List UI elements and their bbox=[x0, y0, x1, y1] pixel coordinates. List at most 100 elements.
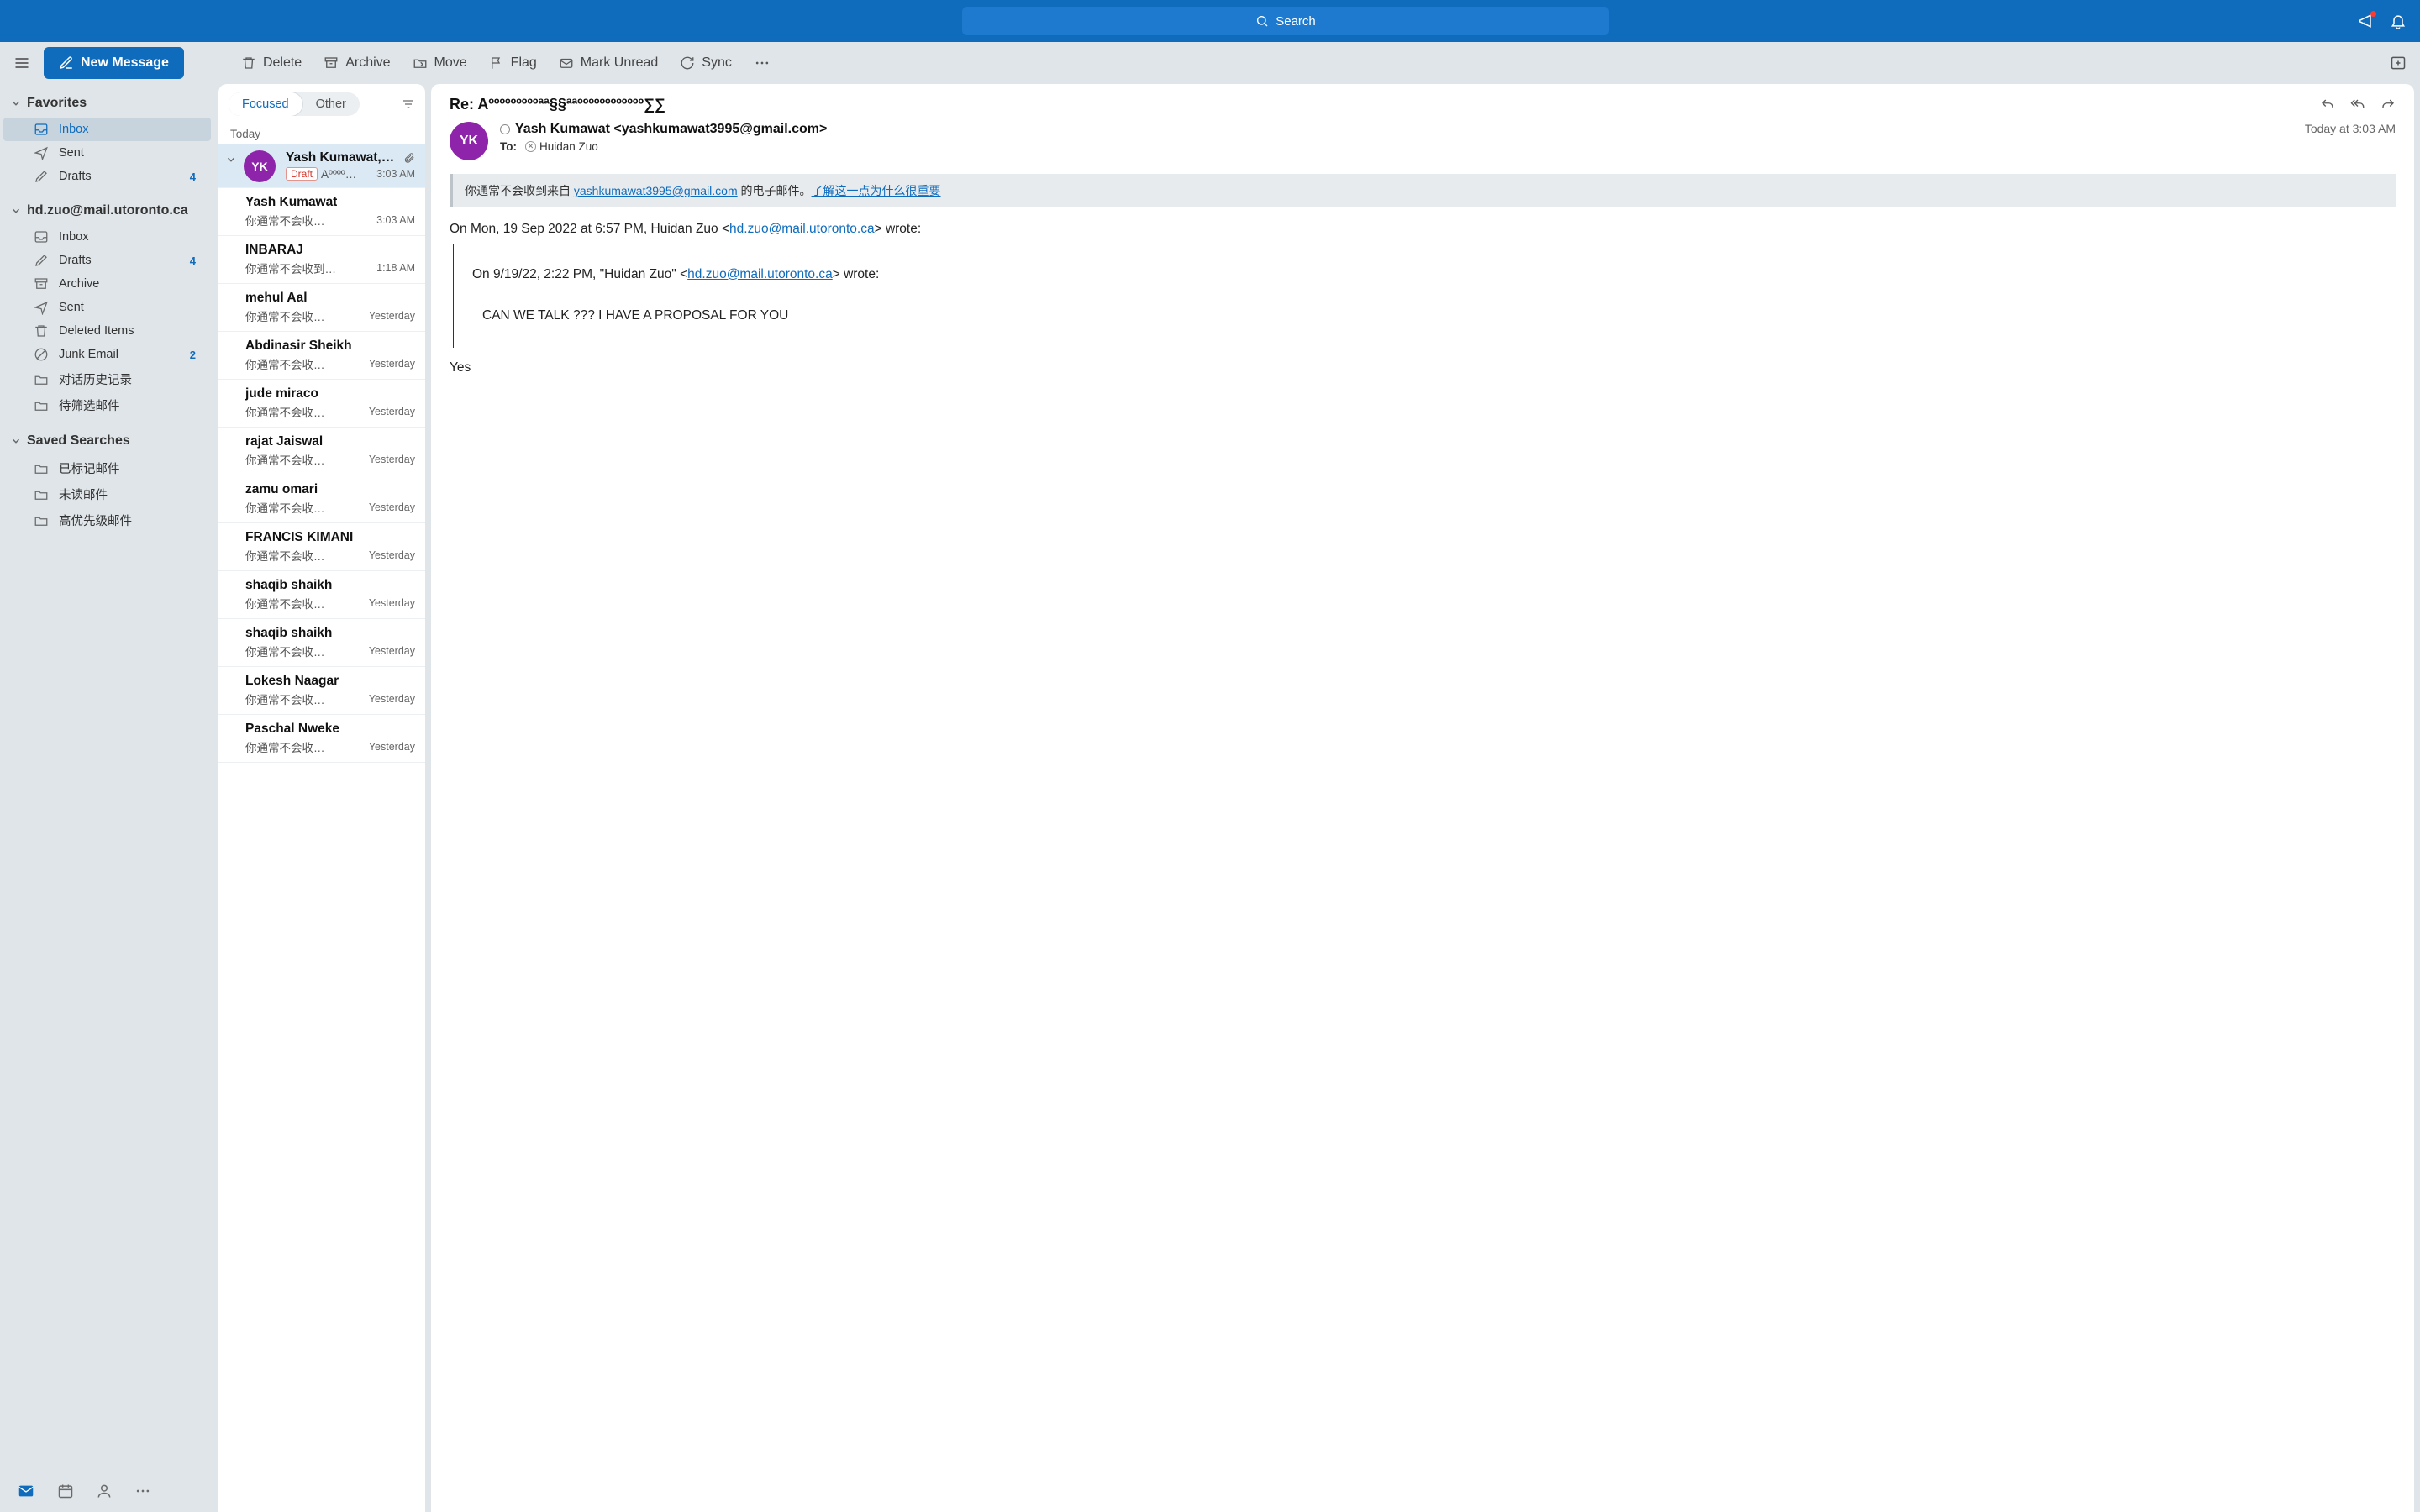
message-item[interactable]: shaqib shaikh你通常不会收…Yesterday bbox=[218, 619, 425, 667]
saved-searches-header[interactable]: Saved Searches bbox=[0, 427, 214, 455]
quoted-email-link-2[interactable]: hd.zuo@mail.utoronto.ca bbox=[687, 267, 833, 281]
message-item[interactable]: Lokesh Naagar你通常不会收…Yesterday bbox=[218, 667, 425, 715]
sidebar-item-junk-email[interactable]: Junk Email2 bbox=[3, 343, 211, 366]
move-icon bbox=[413, 55, 428, 71]
bell-icon[interactable] bbox=[2390, 13, 2407, 29]
message-time: Yesterday bbox=[369, 693, 415, 705]
message-item[interactable]: INBARAJ你通常不会收到…1:18 AM bbox=[218, 236, 425, 284]
quoted-email-link[interactable]: hd.zuo@mail.utoronto.ca bbox=[729, 222, 875, 236]
sync-button[interactable]: Sync bbox=[680, 55, 732, 71]
archive-button[interactable]: Archive bbox=[324, 55, 390, 71]
calendar-app-icon[interactable] bbox=[57, 1483, 74, 1499]
sidebar-item--[interactable]: 对话历史记录 bbox=[3, 366, 211, 392]
message-from: Yash Kumawat bbox=[245, 195, 337, 210]
panel-toggle-icon[interactable] bbox=[2390, 55, 2407, 71]
delete-button[interactable]: Delete bbox=[241, 55, 302, 71]
more-icon[interactable] bbox=[754, 55, 771, 71]
reply-text: Yes bbox=[450, 358, 2396, 379]
message-from: jude miraco bbox=[245, 386, 318, 402]
status-circle-icon bbox=[500, 124, 510, 134]
account-header[interactable]: hd.zuo@mail.utoronto.ca bbox=[0, 197, 214, 225]
mark-unread-button[interactable]: Mark Unread bbox=[559, 55, 658, 71]
remove-recipient-icon[interactable]: ✕ bbox=[525, 141, 536, 152]
message-from: rajat Jaiswal bbox=[245, 434, 323, 449]
inbox-icon bbox=[34, 122, 49, 137]
message-item[interactable]: mehul Aal你通常不会收…Yesterday bbox=[218, 284, 425, 332]
sidebar-item-label: Inbox bbox=[59, 230, 88, 244]
message-time: Yesterday bbox=[369, 645, 415, 657]
trash-icon bbox=[241, 55, 256, 71]
chevron-down-icon bbox=[10, 435, 22, 447]
sidebar-item-drafts[interactable]: Drafts4 bbox=[3, 165, 211, 188]
sidebar-item--[interactable]: 已标记邮件 bbox=[3, 455, 211, 481]
message-preview: 你通常不会收到… bbox=[245, 260, 336, 276]
sidebar-item-inbox[interactable]: Inbox bbox=[3, 225, 211, 249]
sidebar-item-drafts[interactable]: Drafts4 bbox=[3, 249, 211, 272]
sidebar-item-sent[interactable]: Sent bbox=[3, 141, 211, 165]
recipient-name: Huidan Zuo bbox=[539, 140, 598, 153]
mail-app-icon[interactable] bbox=[17, 1482, 35, 1500]
chevron-down-icon bbox=[10, 205, 22, 217]
sidebar-item-label: 未读邮件 bbox=[59, 486, 108, 503]
forward-icon[interactable] bbox=[2381, 97, 2396, 113]
message-preview: 你通常不会收… bbox=[245, 403, 325, 420]
sidebar-item--[interactable]: 高优先级邮件 bbox=[3, 507, 211, 533]
info-sender-link[interactable]: yashkumawat3995@gmail.com bbox=[574, 184, 738, 197]
message-item[interactable]: Abdinasir Sheikh你通常不会收…Yesterday bbox=[218, 332, 425, 380]
sidebar-item-inbox[interactable]: Inbox bbox=[3, 118, 211, 141]
hamburger-icon[interactable] bbox=[13, 55, 30, 71]
sidebar-item-label: 高优先级邮件 bbox=[59, 512, 132, 529]
message-item[interactable]: jude miraco你通常不会收…Yesterday bbox=[218, 380, 425, 428]
sidebar-item-sent[interactable]: Sent bbox=[3, 296, 211, 319]
message-item[interactable]: rajat Jaiswal你通常不会收…Yesterday bbox=[218, 428, 425, 475]
tab-focused[interactable]: Focused bbox=[229, 92, 302, 116]
sent-icon bbox=[34, 300, 49, 315]
favorites-header[interactable]: Favorites bbox=[0, 89, 214, 118]
move-button[interactable]: Move bbox=[413, 55, 467, 71]
filter-icon[interactable] bbox=[402, 97, 415, 111]
folder-icon bbox=[34, 487, 49, 502]
message-preview: 你通常不会收… bbox=[245, 451, 325, 468]
chevron-down-icon bbox=[10, 97, 22, 109]
new-message-button[interactable]: New Message bbox=[44, 47, 184, 79]
info-learn-link[interactable]: 了解这一点为什么很重要 bbox=[812, 184, 941, 197]
message-from: shaqib shaikh bbox=[245, 578, 332, 593]
message-item[interactable]: shaqib shaikh你通常不会收…Yesterday bbox=[218, 571, 425, 619]
message-time: 3:03 AM bbox=[376, 168, 415, 180]
message-preview: 你通常不会收… bbox=[245, 595, 325, 612]
message-item[interactable]: YKYash Kumawat,…Draft Aºººº…3:03 AM bbox=[218, 144, 425, 188]
message-time: Yesterday bbox=[369, 310, 415, 322]
message-from: Lokesh Naagar bbox=[245, 674, 339, 689]
attachment-icon bbox=[403, 152, 415, 164]
chevron-down-icon[interactable] bbox=[225, 154, 237, 165]
sidebar-item-deleted-items[interactable]: Deleted Items bbox=[3, 319, 211, 343]
mark-unread-icon bbox=[559, 55, 574, 71]
sidebar-item-label: Sent bbox=[59, 146, 84, 160]
sidebar-item--[interactable]: 待筛选邮件 bbox=[3, 392, 211, 418]
message-item[interactable]: Paschal Nweke你通常不会收…Yesterday bbox=[218, 715, 425, 763]
title-bar: Search bbox=[0, 0, 2420, 42]
tab-other[interactable]: Other bbox=[302, 92, 360, 116]
sidebar-item-archive[interactable]: Archive bbox=[3, 272, 211, 296]
reply-icon[interactable] bbox=[2320, 97, 2335, 113]
archive-icon bbox=[324, 55, 339, 71]
notification-dot bbox=[2370, 11, 2376, 17]
sidebar-item--[interactable]: 未读邮件 bbox=[3, 481, 211, 507]
flag-button[interactable]: Flag bbox=[489, 55, 537, 71]
search-box[interactable]: Search bbox=[962, 7, 1609, 35]
more-apps-icon[interactable] bbox=[134, 1483, 151, 1499]
junk-icon bbox=[34, 347, 49, 362]
group-label-today: Today bbox=[218, 124, 425, 144]
message-item[interactable]: Yash Kumawat你通常不会收…3:03 AM bbox=[218, 188, 425, 236]
announce-icon[interactable] bbox=[2358, 13, 2375, 29]
message-from: Paschal Nweke bbox=[245, 722, 339, 737]
drafts-icon bbox=[34, 169, 49, 184]
people-app-icon[interactable] bbox=[96, 1483, 113, 1499]
folder-icon bbox=[34, 398, 49, 413]
message-item[interactable]: zamu omari你通常不会收…Yesterday bbox=[218, 475, 425, 523]
message-from: shaqib shaikh bbox=[245, 626, 332, 641]
reply-all-icon[interactable] bbox=[2350, 97, 2365, 113]
compose-icon bbox=[59, 55, 74, 71]
message-item[interactable]: FRANCIS KIMANI你通常不会收…Yesterday bbox=[218, 523, 425, 571]
message-from: Yash Kumawat,… bbox=[286, 150, 394, 165]
